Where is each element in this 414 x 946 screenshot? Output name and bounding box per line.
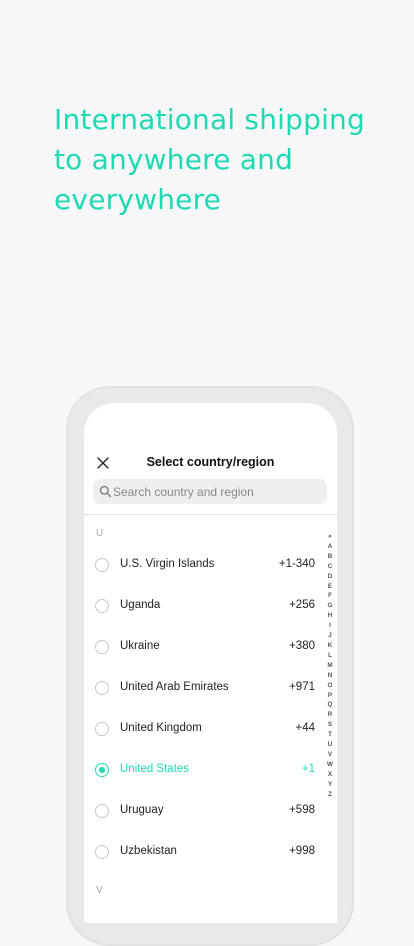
search-icon	[99, 485, 112, 498]
radio-button[interactable]	[95, 640, 109, 654]
index-letter[interactable]: I	[325, 621, 335, 631]
country-code: +1	[301, 763, 315, 775]
index-letter[interactable]: L	[325, 651, 335, 661]
index-letter[interactable]: A	[325, 542, 335, 552]
index-letter[interactable]: K	[325, 641, 335, 651]
headline-line-1: International shipping	[54, 103, 365, 136]
country-code: +998	[289, 845, 315, 857]
index-letter[interactable]: P	[325, 691, 335, 701]
index-letter[interactable]: Y	[325, 780, 335, 790]
index-letter[interactable]: O	[325, 681, 335, 691]
index-search-icon[interactable]: ⌕	[325, 532, 335, 542]
list-item[interactable]: Uganda +256	[84, 586, 324, 627]
section-letter: U	[96, 528, 104, 539]
phone-screen: Select country/region U U.S. Virgin Isla…	[84, 403, 337, 923]
divider	[84, 514, 337, 515]
search-bar[interactable]	[93, 479, 327, 504]
index-letter[interactable]: N	[325, 671, 335, 681]
country-name: Uganda	[120, 599, 161, 611]
headline-line-3: everywhere	[54, 183, 222, 216]
radio-button[interactable]	[95, 599, 109, 613]
country-code: +598	[289, 804, 315, 816]
country-code: +256	[289, 599, 315, 611]
list-item-selected[interactable]: United States +1	[84, 750, 324, 791]
index-letter[interactable]: C	[325, 562, 335, 572]
country-name: U.S. Virgin Islands	[120, 558, 215, 570]
index-letter[interactable]: U	[325, 740, 335, 750]
index-letter[interactable]: X	[325, 770, 335, 780]
country-name: United Kingdom	[120, 722, 202, 734]
list-item[interactable]: Ukraine +380	[84, 627, 324, 668]
list-item[interactable]: Uzbekistan +998	[84, 832, 324, 873]
radio-button[interactable]	[95, 722, 109, 736]
index-letter[interactable]: R	[325, 710, 335, 720]
top-bar: Select country/region	[84, 451, 337, 475]
section-letter: V	[96, 885, 103, 896]
index-letter[interactable]: M	[325, 661, 335, 671]
index-letter[interactable]: F	[325, 591, 335, 601]
index-letter[interactable]: S	[325, 720, 335, 730]
index-letter[interactable]: W	[325, 760, 335, 770]
radio-button[interactable]	[95, 681, 109, 695]
index-letter[interactable]: Q	[325, 700, 335, 710]
index-letter[interactable]: Z	[325, 790, 335, 800]
index-letter[interactable]: V	[325, 750, 335, 760]
page-title: Select country/region	[146, 455, 275, 469]
radio-button[interactable]	[95, 845, 109, 859]
alphabet-index[interactable]: ⌕ A B C D E F G H I J K L M N O P Q R S …	[325, 532, 335, 799]
radio-button-checked[interactable]	[95, 763, 109, 777]
headline-line-2: to anywhere and	[54, 143, 294, 176]
index-letter[interactable]: E	[325, 582, 335, 592]
list-item[interactable]: United Kingdom +44	[84, 709, 324, 750]
index-letter[interactable]: J	[325, 631, 335, 641]
headline: International shipping to anywhere and e…	[54, 100, 394, 220]
country-code: +1-340	[278, 558, 315, 570]
radio-button[interactable]	[95, 804, 109, 818]
country-name: Uruguay	[120, 804, 164, 816]
radio-button[interactable]	[95, 558, 109, 572]
country-code: +380	[289, 640, 315, 652]
index-letter[interactable]: G	[325, 601, 335, 611]
country-name: United States	[120, 763, 190, 775]
index-letter[interactable]: H	[325, 611, 335, 621]
country-code: +971	[289, 681, 315, 693]
search-input[interactable]	[113, 479, 318, 504]
list-item[interactable]: United Arab Emirates +971	[84, 668, 324, 709]
index-letter[interactable]: B	[325, 552, 335, 562]
country-name: United Arab Emirates	[120, 681, 229, 693]
list-item[interactable]: Uruguay +598	[84, 791, 324, 832]
index-letter[interactable]: D	[325, 572, 335, 582]
country-code: +44	[295, 722, 315, 734]
country-name: Uzbekistan	[120, 845, 177, 857]
list-item[interactable]: U.S. Virgin Islands +1-340	[84, 545, 324, 586]
index-letter[interactable]: T	[325, 730, 335, 740]
country-name: Ukraine	[120, 640, 160, 652]
